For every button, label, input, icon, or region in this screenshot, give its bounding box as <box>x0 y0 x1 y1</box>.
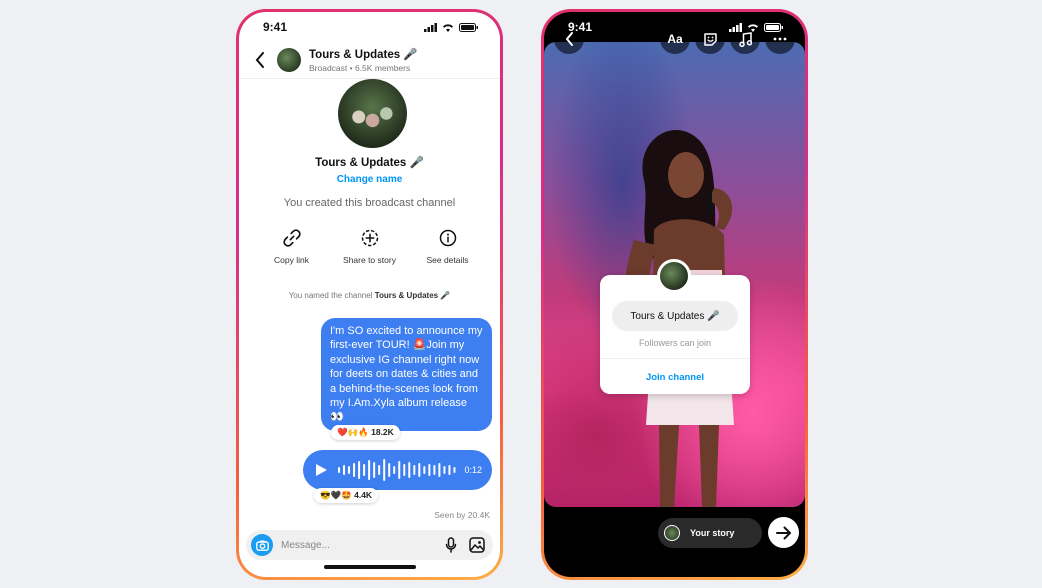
sticker-channel-name: Tours & Updates 🎤 <box>612 301 738 331</box>
broadcast-channel-screen: 9:41 Tours & Updates 🎤 Broadcast • 6.5K … <box>239 12 500 577</box>
waveform-bar <box>408 462 411 478</box>
sticker-avatar <box>657 259 691 293</box>
waveform-bar <box>398 461 401 479</box>
signal-icon <box>729 22 742 32</box>
waveform-bar <box>388 463 391 477</box>
named-channel-note: You named the channel Tours & Updates 🎤 <box>239 291 500 300</box>
battery-icon <box>459 22 478 32</box>
waveform-bar <box>368 460 371 480</box>
gallery-button[interactable] <box>466 534 488 556</box>
status-time: 9:41 <box>263 20 288 34</box>
waveform <box>338 459 456 481</box>
created-note: You created this broadcast channel <box>283 197 456 209</box>
waveform-bar <box>383 459 386 481</box>
waveform-bar <box>378 465 381 475</box>
status-bar: 9:41 <box>239 12 500 42</box>
seen-by-count: Seen by 20.4K <box>434 510 490 520</box>
see-details-label: See details <box>426 255 469 265</box>
message-reactions[interactable]: ❤️🙌🔥 18.2K <box>331 425 400 440</box>
status-bar: 9:41 <box>544 12 805 42</box>
see-details-button[interactable]: See details <box>417 228 479 265</box>
status-time: 9:41 <box>568 20 593 34</box>
waveform-bar <box>393 466 396 474</box>
change-name-link[interactable]: Change name <box>239 174 500 185</box>
share-to-story-label: Share to story <box>343 255 396 265</box>
microphone-button[interactable] <box>440 534 462 556</box>
signal-icon <box>424 22 437 32</box>
header-subtitle: Broadcast • 6.5K members <box>309 63 411 73</box>
share-to-story-button[interactable]: Share to story <box>339 228 401 265</box>
header-title: Tours & Updates 🎤 <box>309 49 418 61</box>
arrow-right-icon <box>775 526 791 539</box>
wifi-icon <box>443 23 453 32</box>
sticker-divider <box>600 358 750 359</box>
broadcast-channel-phone: 9:41 Tours & Updates 🎤 Broadcast • 6.5K … <box>236 9 503 580</box>
channel-actions: Copy link Share to story See details <box>239 228 500 265</box>
your-story-avatar <box>664 525 680 541</box>
link-icon <box>282 229 301 247</box>
channel-name: Tours & Updates 🎤 <box>315 157 424 169</box>
channel-avatar-small[interactable] <box>277 48 301 72</box>
microphone-icon <box>445 537 457 553</box>
copy-link-label: Copy link <box>274 255 309 265</box>
message-input[interactable]: Message... <box>281 540 436 551</box>
waveform-bar <box>443 466 446 474</box>
waveform-bar <box>373 462 376 478</box>
add-story-icon <box>361 229 378 247</box>
waveform-bar <box>348 466 351 474</box>
waveform-bar <box>413 465 416 475</box>
channel-sticker[interactable]: Tours & Updates 🎤 Followers can join Joi… <box>600 259 750 394</box>
play-icon[interactable] <box>315 463 328 477</box>
home-indicator <box>323 565 416 569</box>
join-channel-button[interactable]: Join channel <box>600 372 750 383</box>
story-editor-phone: 9:41 Aa Tours & Updates 🎤 Followers can … <box>541 9 808 580</box>
battery-icon <box>764 22 783 32</box>
waveform-bar <box>428 464 431 476</box>
your-story-button[interactable]: Your story <box>658 518 762 548</box>
compose-bar: Message... <box>246 530 493 560</box>
waveform-bar <box>438 463 441 477</box>
camera-button[interactable] <box>251 534 273 556</box>
named-note-prefix: You named the channel <box>288 291 373 300</box>
voice-duration: 0:12 <box>464 465 482 475</box>
info-icon <box>439 229 456 247</box>
back-button[interactable] <box>249 49 271 71</box>
waveform-bar <box>448 465 451 475</box>
chevron-left-icon <box>255 52 264 68</box>
channel-avatar-large <box>338 79 407 148</box>
voice-reactions[interactable]: 😎🖤🤩 4.4K <box>314 488 379 503</box>
header-text[interactable]: Tours & Updates 🎤 Broadcast • 6.5K membe… <box>309 47 418 73</box>
gallery-icon <box>469 537 485 553</box>
followers-can-join: Followers can join <box>638 338 712 348</box>
waveform-bar <box>433 465 436 475</box>
waveform-bar <box>338 467 341 473</box>
waveform-bar <box>453 467 456 473</box>
waveform-bar <box>418 463 421 477</box>
waveform-bar <box>353 463 356 477</box>
chat-header: Tours & Updates 🎤 Broadcast • 6.5K membe… <box>239 42 500 79</box>
camera-icon <box>255 540 269 551</box>
send-button[interactable] <box>768 517 799 548</box>
waveform-bar <box>363 464 366 476</box>
named-note-channel: Tours & Updates 🎤 <box>374 291 451 300</box>
waveform-bar <box>343 465 346 475</box>
waveform-bar <box>403 464 406 476</box>
message-bubble[interactable]: I'm SO excited to announce my first-ever… <box>321 318 492 431</box>
waveform-bar <box>358 461 361 479</box>
wifi-icon <box>748 23 758 32</box>
waveform-bar <box>423 466 426 474</box>
your-story-label: Your story <box>690 528 735 538</box>
copy-link-button[interactable]: Copy link <box>261 228 323 265</box>
story-editor-screen: 9:41 Aa Tours & Updates 🎤 Followers can … <box>544 12 805 577</box>
voice-message[interactable]: 0:12 <box>303 450 492 490</box>
